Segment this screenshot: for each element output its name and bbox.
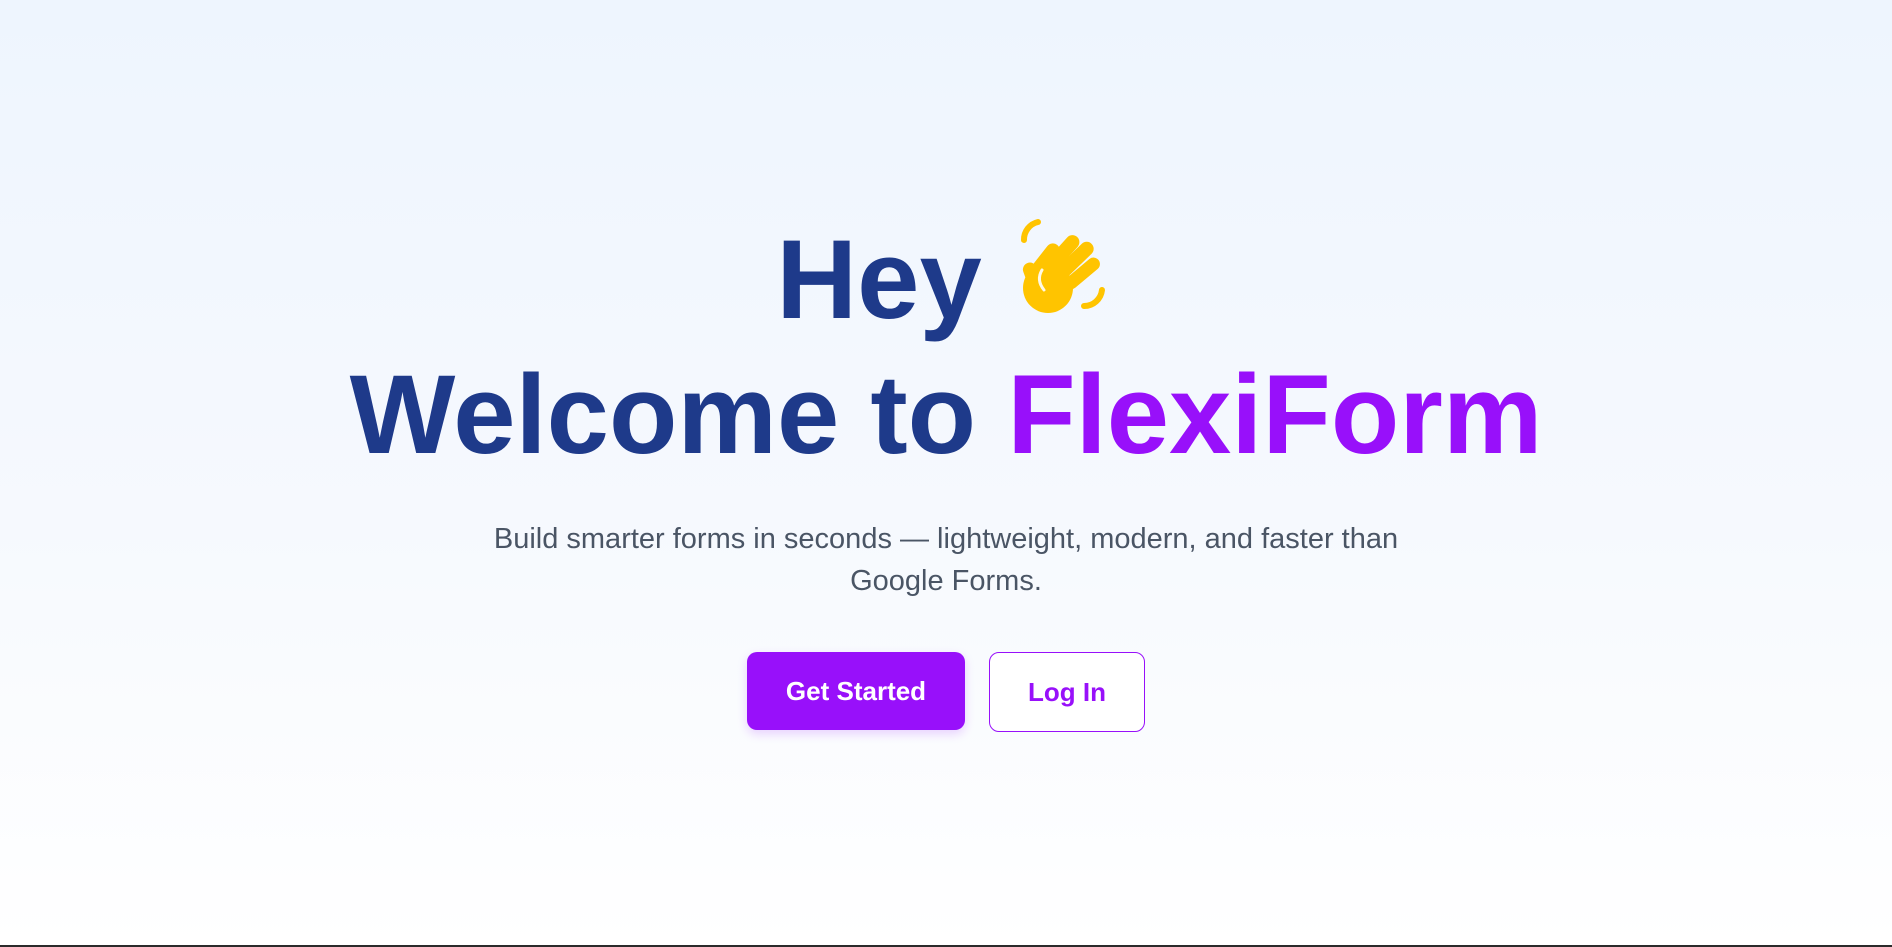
hero-actions: Get Started Log In <box>0 652 1892 732</box>
waving-hand-icon <box>1006 210 1116 320</box>
hero-subtitle: Build smarter forms in seconds — lightwe… <box>493 523 1399 597</box>
brand-name: FlexiForm <box>1007 352 1543 477</box>
welcome-heading: Welcome to FlexiForm <box>0 350 1892 480</box>
get-started-button[interactable]: Get Started <box>747 652 965 730</box>
greeting-heading: Hey <box>0 210 1892 345</box>
greeting-text: Hey <box>776 217 982 342</box>
welcome-prefix: Welcome to <box>349 352 977 477</box>
log-in-button[interactable]: Log In <box>989 652 1145 732</box>
